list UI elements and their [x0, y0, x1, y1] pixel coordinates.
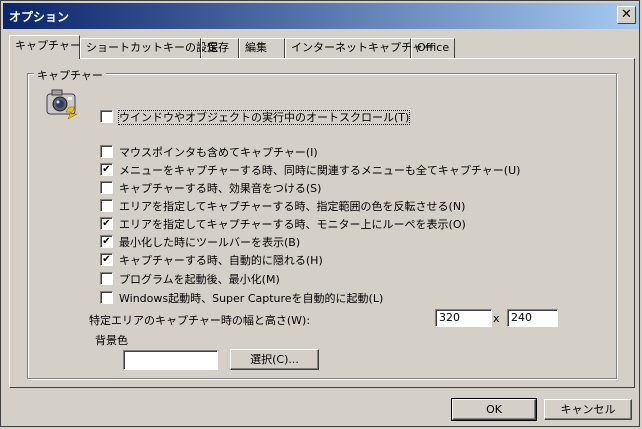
checkbox-box[interactable]: ✔	[100, 252, 113, 266]
height-input[interactable]: 240	[507, 309, 558, 327]
tab-save[interactable]: 保存	[201, 38, 239, 58]
checkbox-box[interactable]	[100, 271, 113, 285]
ok-button[interactable]: OK	[451, 398, 537, 421]
select-color-button[interactable]: 選択(C)...	[230, 349, 319, 370]
checkbox-label: メニューをキャプチャーする時、同時に関連するメニューも全てキャプチャー(U)	[119, 164, 521, 177]
tab-capture[interactable]: キャプチャー	[9, 35, 81, 59]
bgcolor-label: 背景色	[95, 334, 128, 347]
checkbox-box[interactable]	[100, 180, 113, 194]
checkbox-label: プログラムを起動後、最小化(M)	[119, 273, 280, 286]
width-input[interactable]: 320	[435, 309, 492, 327]
bgcolor-swatch[interactable]	[123, 350, 218, 370]
checkbox-capture-menus[interactable]: ✔ メニューをキャプチャーする時、同時に関連するメニューも全てキャプチャー(U)	[100, 162, 520, 177]
checkbox-label: 最小化した時にツールバーを表示(B)	[119, 236, 301, 249]
window-title: オプション	[9, 10, 70, 24]
title-bar: オプション ✕	[3, 3, 639, 29]
checkbox-box[interactable]: ✔	[100, 216, 113, 230]
checkbox-label: エリアを指定してキャプチャーする時、指定範囲の色を反転させる(N)	[119, 200, 466, 213]
tab-office[interactable]: Office	[411, 38, 455, 58]
checkbox-run-at-startup[interactable]: Windows起動時、Super Captureを自動的に起動(L)	[100, 290, 383, 305]
tab-edit[interactable]: 編集	[239, 38, 285, 58]
checkbox-box[interactable]	[100, 290, 113, 304]
checkbox-label: キャプチャーする時、自動的に隠れる(H)	[119, 254, 323, 267]
size-separator: x	[493, 312, 500, 325]
cancel-button[interactable]: キャンセル	[544, 399, 632, 420]
close-button[interactable]: ✕	[617, 6, 636, 24]
groupbox-title: キャプチャー	[34, 67, 106, 83]
checkbox-autoscroll[interactable]: ウインドウやオブジェクトの実行中のオートスクロール(T)	[100, 109, 411, 125]
checkbox-box[interactable]: ✔	[100, 234, 113, 248]
checkbox-box[interactable]	[100, 198, 113, 212]
checkbox-box[interactable]: ✔	[100, 162, 113, 176]
checkbox-auto-hide[interactable]: ✔ キャプチャーする時、自動的に隠れる(H)	[100, 252, 323, 267]
checkbox-toolbar-minimized[interactable]: ✔ 最小化した時にツールバーを表示(B)	[100, 234, 300, 249]
tab-panel-capture: キャプチャー ウインドウやオブジェクトの実行中のオートスクロール(T) マウスポ…	[9, 58, 635, 388]
checkbox-label: マウスポインタも含めてキャプチャー(I)	[119, 146, 318, 159]
checkbox-include-pointer[interactable]: マウスポインタも含めてキャプチャー(I)	[100, 144, 318, 159]
tab-shortcut-keys[interactable]: ショートカットキーの設定	[80, 38, 218, 58]
checkbox-label: エリアを指定してキャプチャーする時、モニター上にルーペを表示(O)	[119, 218, 466, 231]
size-label: 特定エリアのキャプチャー時の幅と高さ(W):	[89, 314, 311, 327]
checkbox-label: Windows起動時、Super Captureを自動的に起動(L)	[119, 292, 384, 305]
checkbox-label: ウインドウやオブジェクトの実行中のオートスクロール(T)	[117, 110, 411, 125]
camera-icon	[46, 89, 78, 119]
options-dialog: オプション ✕ キャプチャー ショートカットキーの設定 保存 編集 インターネッ…	[0, 0, 640, 427]
checkbox-show-loupe[interactable]: ✔ エリアを指定してキャプチャーする時、モニター上にルーペを表示(O)	[100, 216, 466, 231]
checkbox-invert-area[interactable]: エリアを指定してキャプチャーする時、指定範囲の色を反転させる(N)	[100, 198, 465, 213]
checkbox-sound-effect[interactable]: キャプチャーする時、効果音をつける(S)	[100, 180, 321, 195]
checkbox-minimize-on-start[interactable]: プログラムを起動後、最小化(M)	[100, 271, 280, 286]
checkbox-box[interactable]	[100, 144, 113, 158]
checkbox-box[interactable]	[100, 109, 113, 123]
checkbox-label: キャプチャーする時、効果音をつける(S)	[119, 182, 322, 195]
tab-internet-capture[interactable]: インターネットキャプチャー	[285, 38, 434, 58]
